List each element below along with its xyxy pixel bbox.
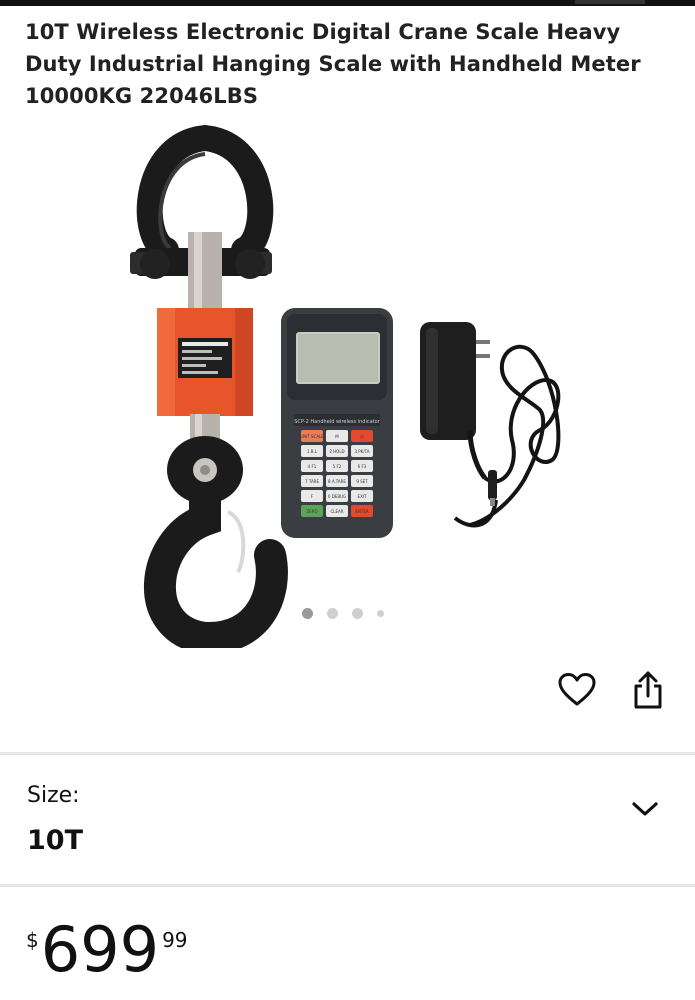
size-value: 10T (27, 825, 83, 856)
size-label: Size: (27, 783, 80, 808)
meter-key-label: ZERO (306, 509, 317, 514)
size-selector[interactable]: Size: 10T (0, 755, 695, 884)
price: $ 699 99 (26, 918, 188, 988)
meter-key-label: CLEAR (330, 509, 343, 514)
meter-key-label: M (335, 434, 339, 439)
status-bar-indicator (575, 0, 645, 4)
chevron-down-icon[interactable] (630, 799, 660, 819)
price-whole: 699 (40, 913, 160, 986)
product-image: SCP-2 Handheld wireless indicator UNIT S… (130, 124, 561, 648)
product-image-gallery[interactable]: SCP-2 Handheld wireless indicator UNIT S… (0, 118, 695, 648)
gallery-dot[interactable] (327, 608, 338, 619)
meter-key-label: 8 A.TARE (328, 479, 346, 484)
product-title: 10T Wireless Electronic Digital Crane Sc… (25, 20, 641, 108)
meter-key-label: 7 TARE (305, 479, 319, 484)
meter-key-label: EXIT (358, 494, 367, 499)
meter-key-label: 2 HOLD (329, 449, 344, 454)
section-divider (0, 884, 695, 887)
meter-key-label: 5 F2 (333, 464, 342, 469)
meter-key-label: 4 F1 (308, 464, 317, 469)
meter-key-label: 9 SET (356, 479, 368, 484)
meter-key-label: 0 DEBUG (328, 494, 346, 499)
gallery-dot[interactable] (377, 610, 384, 617)
handheld-meter-illustration: SCP-2 Handheld wireless indicator UNIT S… (281, 308, 393, 538)
price-fraction: 99 (162, 928, 188, 952)
share-icon[interactable] (628, 670, 668, 710)
gallery-dot[interactable] (352, 608, 363, 619)
gallery-dot[interactable] (302, 608, 313, 619)
meter-model-label: SCP-2 Handheld wireless indicator (294, 419, 380, 425)
gallery-pagination[interactable] (302, 608, 384, 619)
meter-key-label: ENTER (355, 509, 368, 514)
price-currency: $ (26, 928, 39, 952)
meter-key-label: 6 F3 (358, 464, 367, 469)
meter-key-label: 3 PK/TA (354, 449, 369, 454)
heart-icon[interactable] (557, 670, 597, 710)
meter-key-label: 1 B.L (307, 449, 318, 454)
crane-scale-illustration (130, 124, 288, 648)
charger-illustration (420, 322, 561, 528)
meter-key-label: UNIT SCALE (300, 434, 324, 439)
